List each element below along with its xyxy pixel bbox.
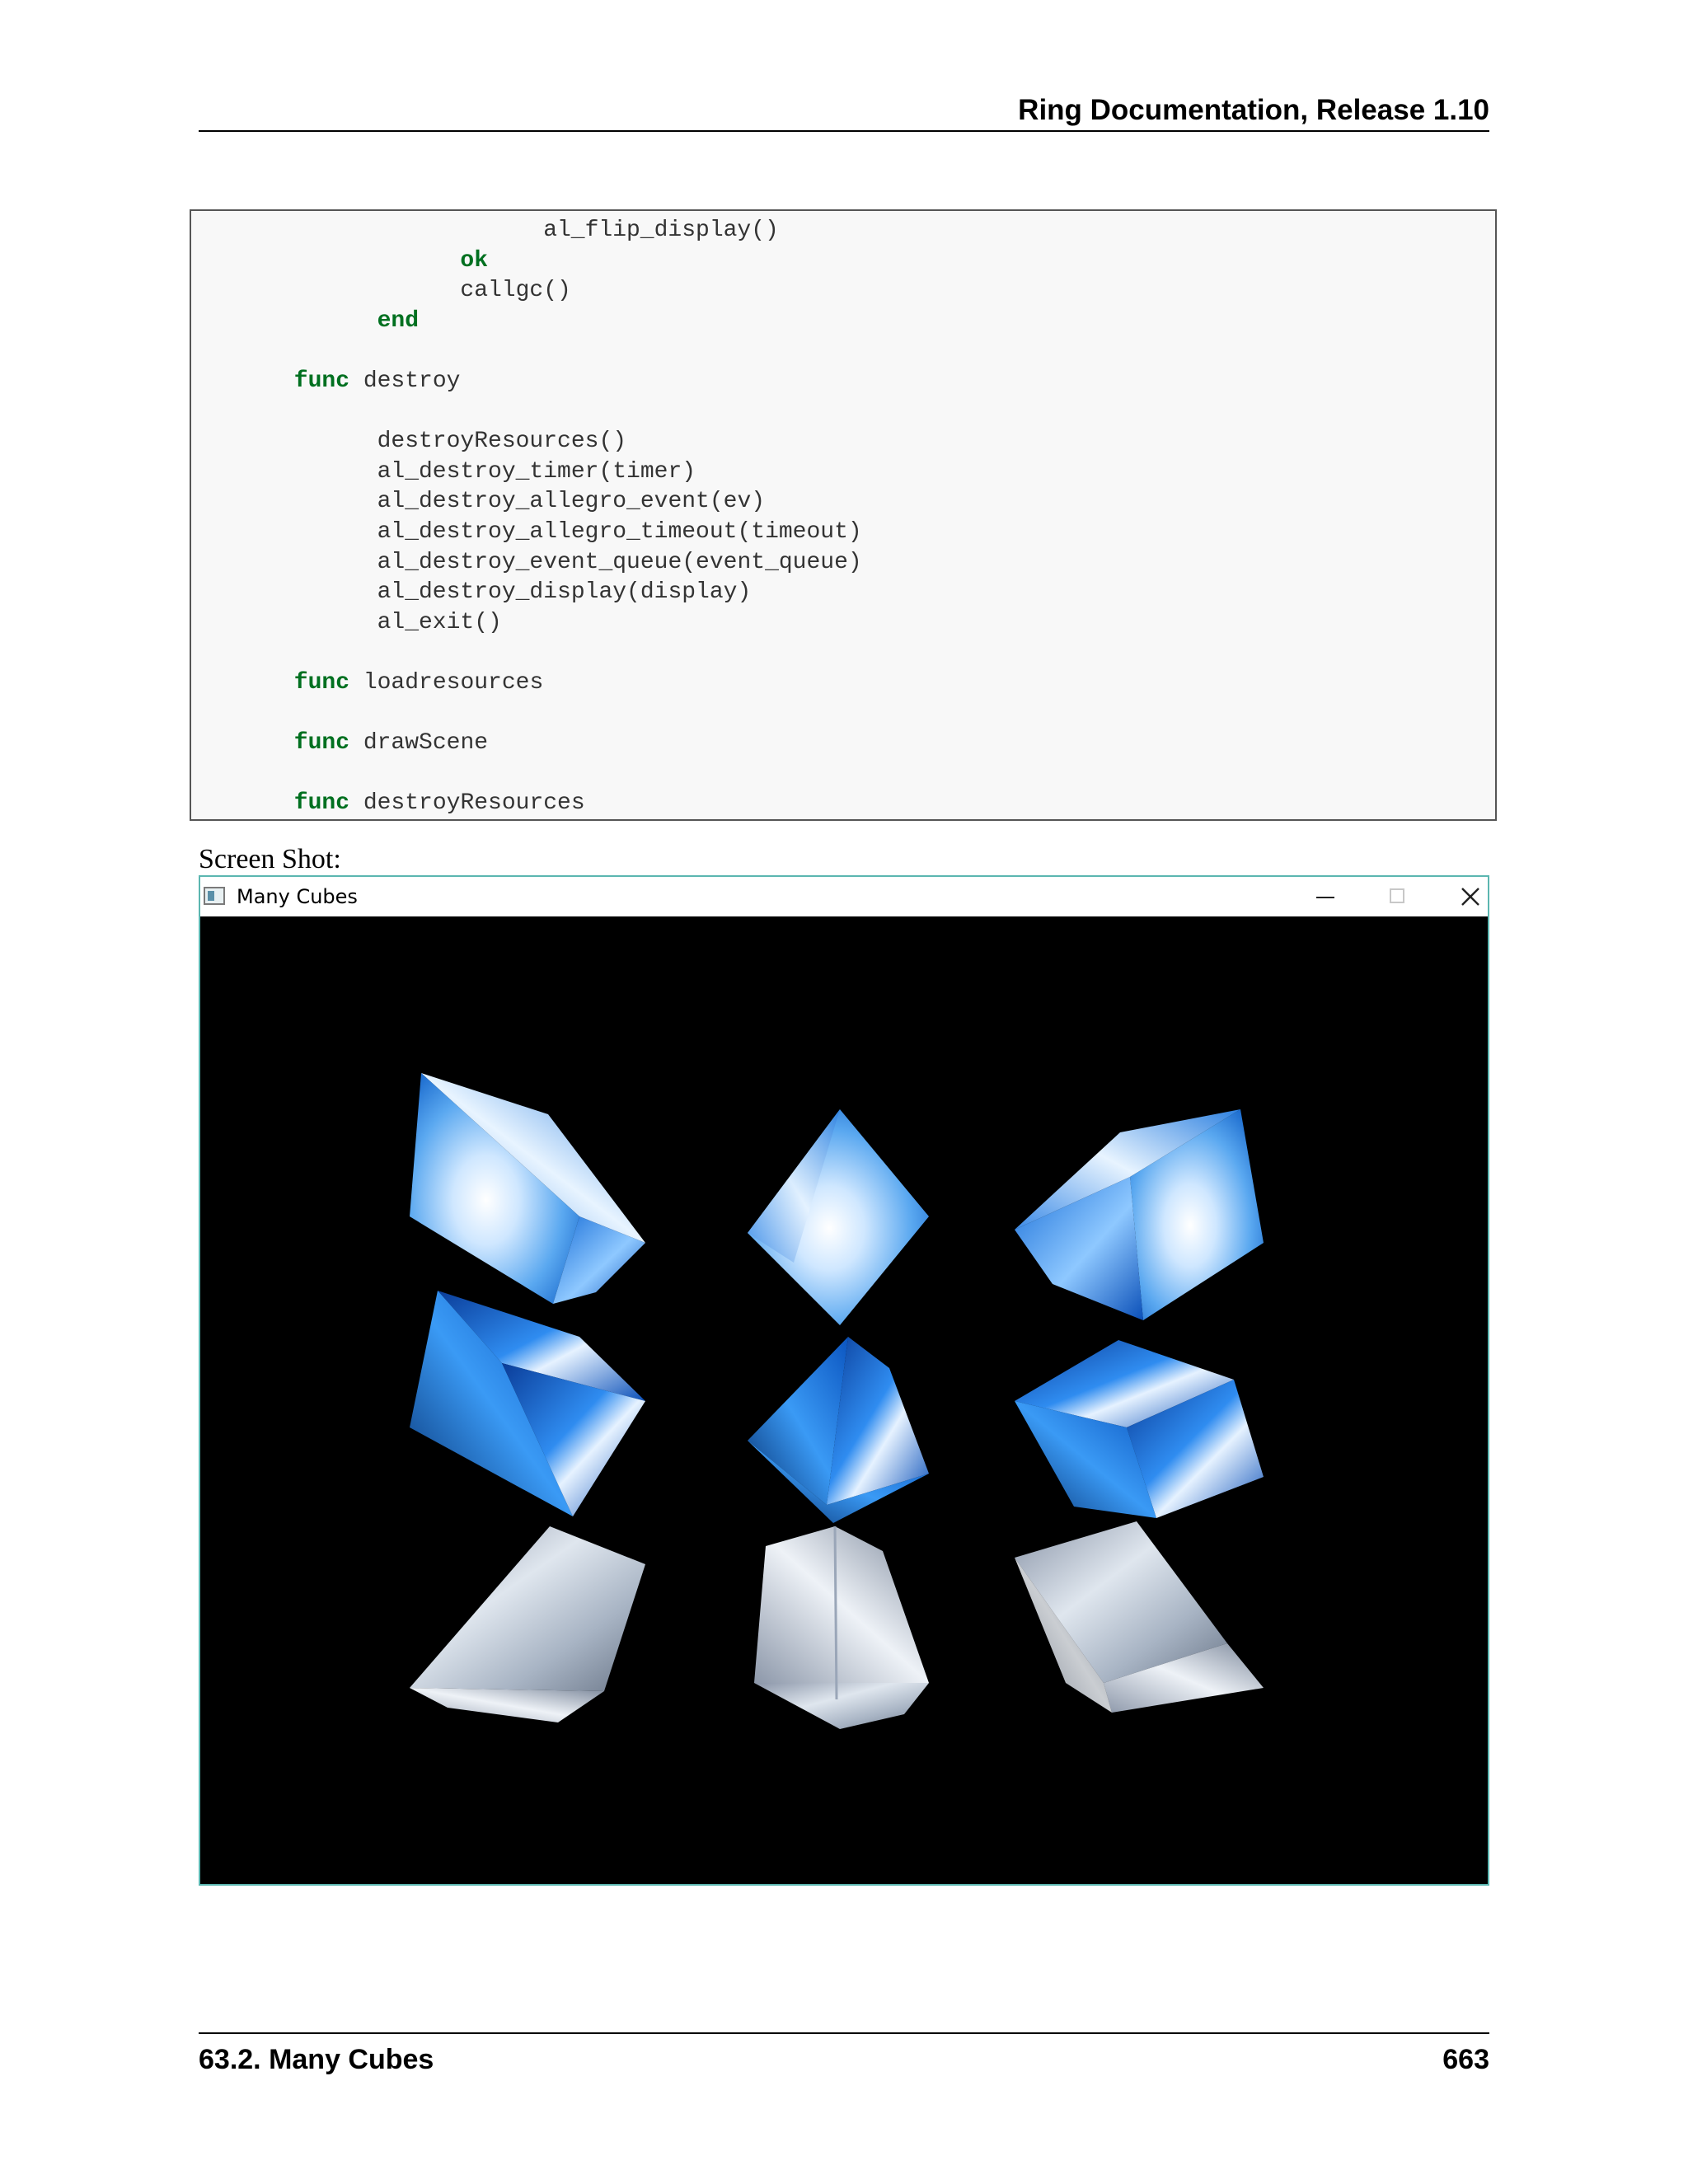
cube-bottom-center xyxy=(754,1526,929,1729)
close-icon xyxy=(1461,888,1479,906)
code-line: end xyxy=(377,307,420,334)
cube-middle-center xyxy=(748,1337,929,1523)
document-title: Ring Documentation, Release 1.10 xyxy=(1018,94,1489,126)
page-header: Ring Documentation, Release 1.10 xyxy=(199,91,1489,132)
code-line: al_destroy_allegro_event(ev) xyxy=(377,489,766,515)
close-button[interactable] xyxy=(1442,877,1499,916)
section-title: 63.2. Many Cubes xyxy=(199,2044,434,2075)
render-viewport xyxy=(200,916,1488,1884)
window-title: Many Cubes xyxy=(237,885,358,908)
code-line: func destroyResources xyxy=(293,790,585,817)
app-window-icon xyxy=(204,887,225,905)
code-line: func drawScene xyxy=(293,730,489,757)
cube-bottom-left xyxy=(410,1526,645,1722)
code-line: al_destroy_display(display) xyxy=(377,579,752,606)
maximize-button[interactable] xyxy=(1369,877,1427,916)
cube-bottom-right xyxy=(1015,1521,1264,1713)
page-footer: 63.2. Many Cubes 663 xyxy=(199,2032,1489,2083)
minimize-button[interactable] xyxy=(1296,877,1354,916)
code-line: func loadresources xyxy=(293,670,544,696)
code-line: al_destroy_allegro_timeout(timeout) xyxy=(377,519,862,545)
cube-middle-left xyxy=(410,1291,645,1516)
code-block: al_flip_display()ok callgc() end func destr… xyxy=(190,209,1497,821)
page-number: 663 xyxy=(1442,2044,1489,2075)
code-line: callgc() xyxy=(460,278,571,304)
code-line: func destroy xyxy=(293,368,461,394)
cube-top-right xyxy=(1015,1109,1264,1320)
screenshot-caption: Screen Shot: xyxy=(199,844,341,874)
code-line: destroyResources() xyxy=(377,429,627,455)
code-line: ok xyxy=(460,247,488,274)
code-line: al_exit() xyxy=(377,609,502,635)
app-window: Many Cubes xyxy=(199,875,1489,1886)
cube-top-center xyxy=(748,1109,929,1325)
window-titlebar: Many Cubes xyxy=(200,877,1488,916)
cube-top-left xyxy=(410,1073,645,1304)
code-line: al_destroy_timer(timer) xyxy=(377,458,696,485)
code-line: al_flip_display() xyxy=(543,218,779,243)
cube-middle-right xyxy=(1015,1340,1264,1518)
code-line: al_destroy_event_queue(event_queue) xyxy=(377,549,862,575)
cubes-scene xyxy=(410,1073,1264,1729)
